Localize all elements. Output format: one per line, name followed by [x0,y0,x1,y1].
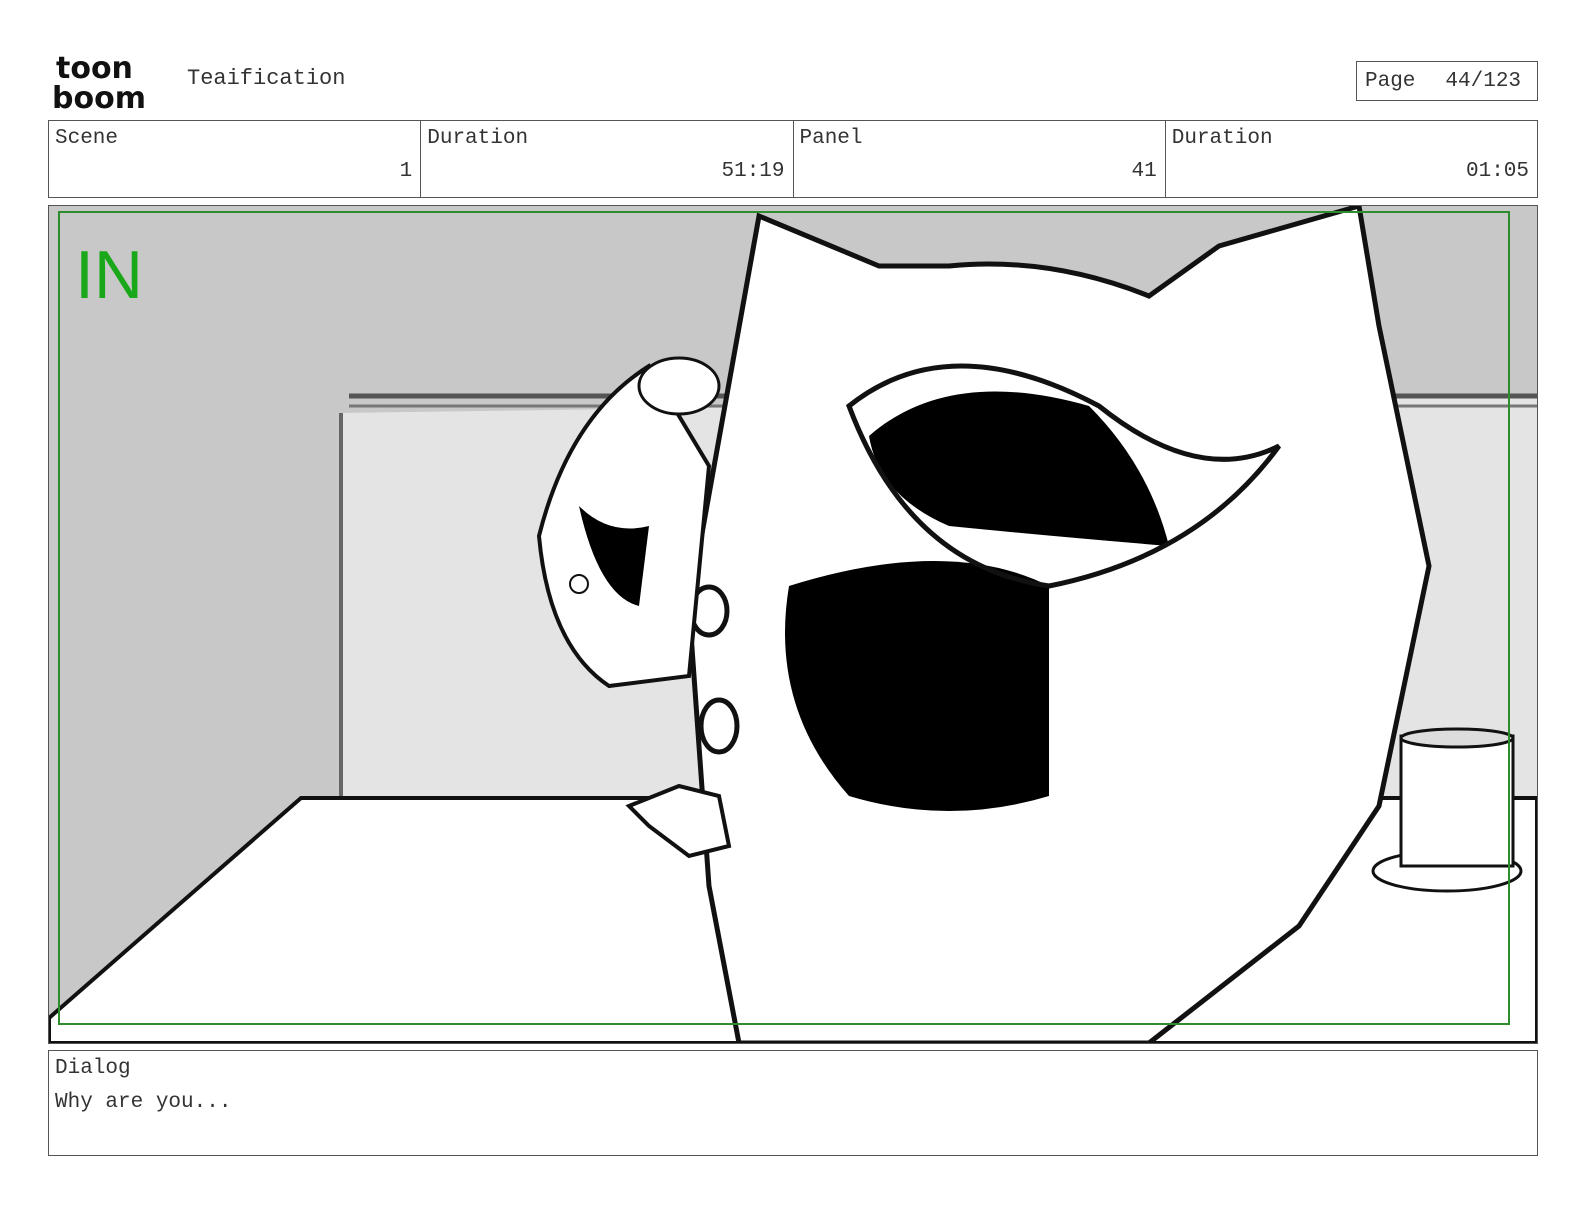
page-indicator: Page 44/123 [1356,61,1538,101]
panel-duration-value: 01:05 [1465,160,1529,183]
dialog-box: Dialog Why are you... [48,1050,1538,1156]
panel-value: 41 [1131,160,1157,183]
panel-label: Panel [799,127,863,150]
logo-graphic: toon boom [52,51,146,116]
panel-cell: Panel 41 [794,121,1166,197]
dialog-text: Why are you... [55,1091,232,1114]
scene-duration-value: 51:19 [721,160,785,183]
scene-label: Scene [55,127,119,150]
panel-duration-label: Duration [1171,127,1273,150]
in-marker: IN [75,237,143,313]
page-label: Page [1365,69,1416,93]
info-row: Scene 1 Duration 51:19 Panel 41 Duration… [48,120,1538,198]
scene-value: 1 [399,160,413,183]
scene-cell: Scene 1 [49,121,422,197]
page-value: 44/123 [1445,69,1522,93]
storyboard-panel: IN [48,205,1538,1044]
document-title: Teaification [187,66,346,91]
toon-boom-logo: toon boom [52,51,162,116]
logo-line2: boom [52,81,146,112]
panel-drawing: IN [49,206,1537,1043]
scene-duration-label: Duration [427,127,529,150]
panel-duration-cell: Duration 01:05 [1166,121,1537,197]
scene-duration-cell: Duration 51:19 [421,121,794,197]
dialog-label: Dialog [55,1057,131,1080]
